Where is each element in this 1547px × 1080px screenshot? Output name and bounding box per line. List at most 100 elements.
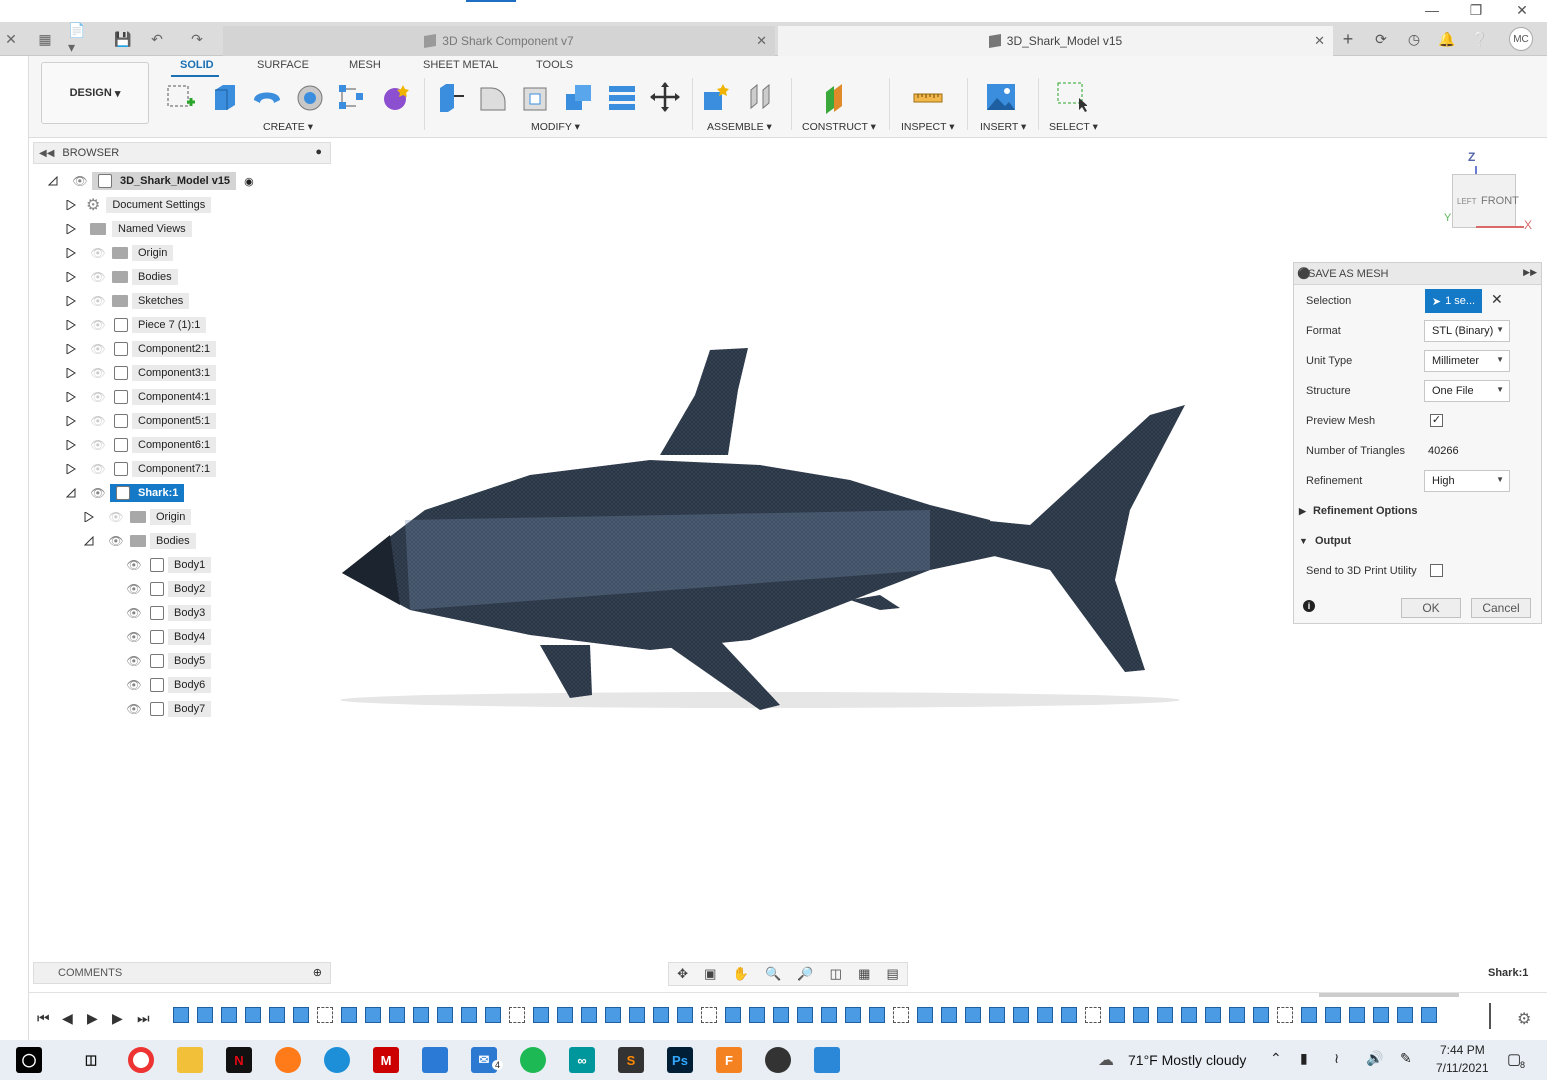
go-to-end-icon[interactable]: ⏭	[137, 1010, 150, 1027]
step-back-icon[interactable]: ◀	[62, 1010, 73, 1027]
minimize-icon[interactable]: —	[1417, 2, 1447, 18]
collapsed-triangle-icon[interactable]	[66, 464, 76, 474]
collapsed-triangle-icon[interactable]	[84, 512, 94, 522]
timeline-feature-icon[interactable]	[293, 1007, 309, 1023]
ok-button[interactable]: OK	[1401, 598, 1461, 618]
timeline-feature-icon[interactable]	[1061, 1007, 1077, 1023]
timeline-feature-icon[interactable]	[797, 1007, 813, 1023]
sweep-icon[interactable]	[294, 80, 326, 114]
combine-icon[interactable]	[563, 80, 595, 114]
collapsed-triangle-icon[interactable]	[66, 224, 76, 234]
revolve-icon[interactable]	[251, 80, 283, 114]
new-component-icon[interactable]	[701, 80, 733, 114]
tree-item-body7[interactable]: 👁 Body7	[126, 698, 212, 720]
collapsed-triangle-icon[interactable]	[66, 344, 76, 354]
press-pull-icon[interactable]	[434, 80, 466, 114]
close-tab-icon[interactable]: ✕	[1314, 33, 1325, 49]
visibility-eye-icon[interactable]: 👁	[90, 294, 106, 308]
look-at-icon[interactable]: ▣	[704, 966, 716, 982]
timeline-feature-icon[interactable]	[1277, 1007, 1293, 1023]
collapsed-triangle-icon[interactable]	[66, 392, 76, 402]
insert-image-icon[interactable]	[985, 80, 1017, 114]
timeline-feature-icon[interactable]	[629, 1007, 645, 1023]
visibility-eye-icon[interactable]: 👁	[90, 246, 106, 260]
grid-menu-icon[interactable]: ▦	[34, 28, 56, 50]
timeline-feature-icon[interactable]	[1085, 1007, 1101, 1023]
grid-settings-icon[interactable]: ▦	[858, 966, 870, 982]
save-icon[interactable]: 💾	[112, 28, 134, 50]
visibility-eye-icon[interactable]: 👁	[90, 390, 106, 404]
visibility-eye-icon[interactable]: 👁	[126, 654, 142, 668]
tree-item-component4[interactable]: 👁 Component4:1	[66, 386, 217, 408]
workspace-switcher[interactable]: DESIGN ▾	[41, 62, 149, 124]
extensions-icon[interactable]: ⟳	[1370, 28, 1392, 50]
collapsed-triangle-icon[interactable]	[66, 416, 76, 426]
visibility-eye-icon[interactable]: 👁	[108, 510, 124, 524]
step-forward-icon[interactable]: ▶	[112, 1010, 123, 1027]
timeline-feature-icon[interactable]	[389, 1007, 405, 1023]
visibility-eye-icon[interactable]: 👁	[108, 534, 124, 548]
timeline-scrollbar[interactable]	[1319, 993, 1459, 997]
tree-item-component6[interactable]: 👁 Component6:1	[66, 434, 217, 456]
viewport-shark-model[interactable]	[330, 330, 1200, 730]
view-cube-front-face[interactable]: FRONT	[1481, 195, 1519, 207]
visibility-eye-icon[interactable]: 👁	[90, 366, 106, 380]
info-icon[interactable]: i	[1303, 600, 1315, 612]
visibility-eye-icon[interactable]: 👁	[72, 174, 88, 188]
clock-date[interactable]: 7/11/2021	[1436, 1061, 1489, 1075]
pin-icon[interactable]: ●	[315, 146, 322, 158]
restore-icon[interactable]: ❐	[1461, 2, 1491, 19]
zoom-icon[interactable]: 🔍	[765, 966, 781, 982]
fit-icon[interactable]: 🔎	[797, 966, 813, 982]
structure-dropdown[interactable]: One File ▼	[1424, 380, 1510, 402]
timeline-feature-icon[interactable]	[965, 1007, 981, 1023]
tree-item-body5[interactable]: 👁 Body5	[126, 650, 212, 672]
fillet-icon[interactable]	[477, 80, 509, 114]
play-icon[interactable]: ▶	[87, 1010, 98, 1027]
timeline-feature-icon[interactable]	[1109, 1007, 1125, 1023]
expanded-triangle-icon[interactable]	[48, 176, 58, 186]
tree-item-body6[interactable]: 👁 Body6	[126, 674, 212, 696]
viewports-icon[interactable]: ▤	[887, 966, 899, 982]
joint-icon[interactable]	[745, 80, 777, 114]
view-cube-left-face[interactable]: LEFT	[1457, 197, 1477, 206]
close-app-icon[interactable]: ✕	[0, 28, 22, 50]
notifications-icon[interactable]: 🔔	[1436, 28, 1458, 50]
visibility-eye-icon[interactable]: 👁	[126, 678, 142, 692]
sublime-icon[interactable]: S	[618, 1047, 644, 1073]
activate-radio-icon[interactable]: ◉	[244, 175, 254, 188]
arduino-icon[interactable]: ∞	[569, 1047, 595, 1073]
tree-item-shark-bodies[interactable]: 👁 Bodies	[84, 530, 196, 552]
help-icon[interactable]: ❔	[1469, 28, 1491, 50]
timeline-feature-icon[interactable]	[869, 1007, 885, 1023]
tree-item-bodies[interactable]: 👁 Bodies	[66, 266, 178, 288]
netflix-icon[interactable]: N	[226, 1047, 252, 1073]
tree-item-piece7[interactable]: 👁 Piece 7 (1):1	[66, 314, 207, 336]
create-form-icon[interactable]	[379, 80, 411, 114]
collapsed-triangle-icon[interactable]	[66, 368, 76, 378]
spotify-icon[interactable]	[520, 1047, 546, 1073]
output-toggle[interactable]: ▼ Output	[1299, 535, 1351, 547]
tree-item-named-views[interactable]: Named Views	[66, 218, 192, 240]
timeline-feature-icon[interactable]	[1421, 1007, 1437, 1023]
tab-3d-shark-component[interactable]: 3D Shark Component v7 ✕	[223, 26, 775, 56]
tree-item-sketches[interactable]: 👁 Sketches	[66, 290, 190, 312]
timeline-feature-icon[interactable]	[1037, 1007, 1053, 1023]
select-menu[interactable]: SELECT ▾	[1049, 121, 1098, 133]
offset-face-icon[interactable]	[606, 80, 638, 114]
visibility-eye-icon[interactable]: 👁	[90, 318, 106, 332]
timeline-feature-icon[interactable]	[989, 1007, 1005, 1023]
timeline-feature-icon[interactable]	[1397, 1007, 1413, 1023]
insert-menu[interactable]: INSERT ▾	[980, 121, 1026, 133]
visibility-eye-icon[interactable]: 👁	[90, 462, 106, 476]
offset-plane-icon[interactable]	[822, 80, 854, 114]
timeline-feature-icon[interactable]	[509, 1007, 525, 1023]
extrude-icon[interactable]	[209, 80, 241, 114]
tree-root[interactable]: 👁 3D_Shark_Model v15 ◉	[48, 170, 254, 192]
collapsed-triangle-icon[interactable]	[66, 200, 76, 210]
timeline-feature-icon[interactable]	[893, 1007, 909, 1023]
visibility-eye-icon[interactable]: 👁	[126, 606, 142, 620]
timeline-feature-icon[interactable]	[725, 1007, 741, 1023]
timeline-feature-icon[interactable]	[1301, 1007, 1317, 1023]
expanded-triangle-icon[interactable]	[66, 488, 76, 498]
